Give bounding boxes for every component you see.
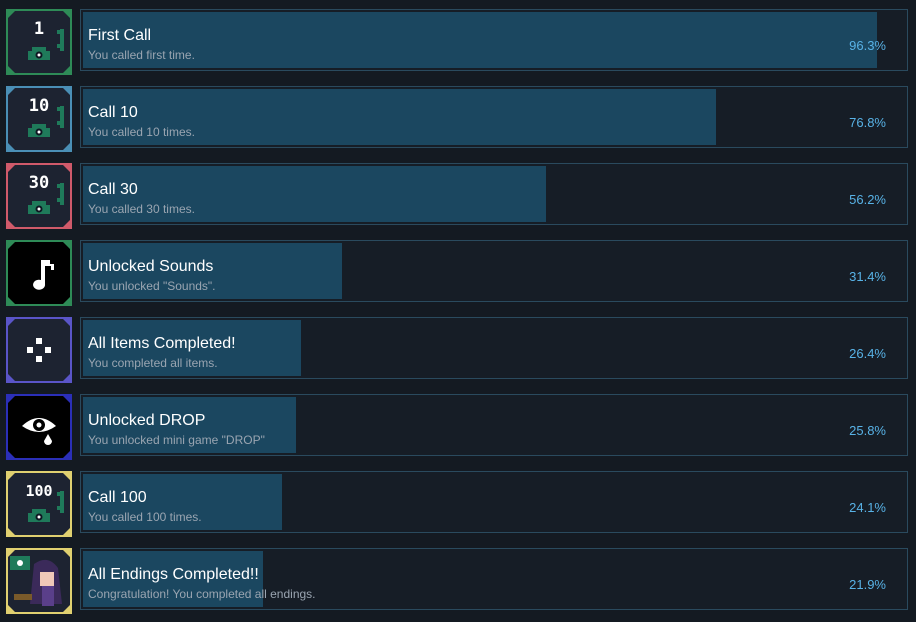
achievement-row: Unlocked DROP You unlocked mini game "DR…: [0, 385, 916, 460]
eye-drop-icon: [6, 394, 72, 460]
achievement-panel: First Call You called first time. 96.3%: [80, 9, 908, 71]
achievement-panel: Unlocked Sounds You unlocked "Sounds". 3…: [80, 240, 908, 302]
unlock-percentage: 76.8%: [849, 115, 886, 130]
achievement-row: Unlocked Sounds You unlocked "Sounds". 3…: [0, 231, 916, 306]
svg-text:1: 1: [34, 19, 44, 39]
achievement-list: 1 First Call You called first time. 96.3…: [0, 0, 916, 622]
unlock-percentage: 96.3%: [849, 38, 886, 53]
phone-100-icon: 100: [6, 471, 72, 537]
unlock-percentage: 31.4%: [849, 269, 886, 284]
unlock-percentage: 21.9%: [849, 577, 886, 592]
achievement-description: You unlocked mini game "DROP": [88, 433, 265, 447]
achievement-title: Call 100: [88, 489, 147, 506]
achievement-panel: Unlocked DROP You unlocked mini game "DR…: [80, 394, 908, 456]
achievement-title: Call 30: [88, 181, 138, 198]
svg-text:10: 10: [29, 96, 49, 116]
progress-fill: [83, 12, 877, 68]
achievement-row: All Items Completed! You completed all i…: [0, 308, 916, 383]
unlock-percentage: 26.4%: [849, 346, 886, 361]
achievement-row: 10 Call 10 You called 10 times. 76.8%: [0, 77, 916, 152]
achievement-description: You called 30 times.: [88, 202, 195, 216]
achievement-panel: All Items Completed! You completed all i…: [80, 317, 908, 379]
achievement-panel: All Endings Completed!! Congratulation! …: [80, 548, 908, 610]
phone-1-icon: 1: [6, 9, 72, 75]
achievement-title: Call 10: [88, 104, 138, 121]
achievement-title: All Items Completed!: [88, 335, 236, 352]
achievement-title: First Call: [88, 27, 152, 44]
achievement-panel: Call 100 You called 100 times. 24.1%: [80, 471, 908, 533]
unlock-percentage: 56.2%: [849, 192, 886, 207]
character-portrait-icon: [6, 548, 72, 614]
unlock-percentage: 24.1%: [849, 500, 886, 515]
achievement-row: 30 Call 30 You called 30 times. 56.2%: [0, 154, 916, 229]
achievement-row: All Endings Completed!! Congratulation! …: [0, 539, 916, 614]
svg-text:30: 30: [29, 173, 49, 193]
achievement-description: You called 100 times.: [88, 510, 202, 524]
achievement-description: You unlocked "Sounds".: [88, 279, 216, 293]
unlock-percentage: 25.8%: [849, 423, 886, 438]
achievement-title: Unlocked DROP: [88, 412, 206, 429]
achievement-description: You called 10 times.: [88, 125, 195, 139]
phone-30-icon: 30: [6, 163, 72, 229]
achievement-row: 1 First Call You called first time. 96.3…: [0, 0, 916, 75]
achievement-row: 100 Call 100 You called 100 times. 24.1%: [0, 462, 916, 537]
phone-10-icon: 10: [6, 86, 72, 152]
svg-text:100: 100: [25, 482, 52, 500]
dpad-icon: [6, 317, 72, 383]
achievement-panel: Call 30 You called 30 times. 56.2%: [80, 163, 908, 225]
achievement-title: Unlocked Sounds: [88, 258, 214, 275]
achievement-description: Congratulation! You completed all ending…: [88, 587, 316, 601]
music-note-icon: [6, 240, 72, 306]
achievement-title: All Endings Completed!!: [88, 566, 259, 583]
achievement-panel: Call 10 You called 10 times. 76.8%: [80, 86, 908, 148]
achievement-description: You called first time.: [88, 48, 195, 62]
achievement-description: You completed all items.: [88, 356, 218, 370]
